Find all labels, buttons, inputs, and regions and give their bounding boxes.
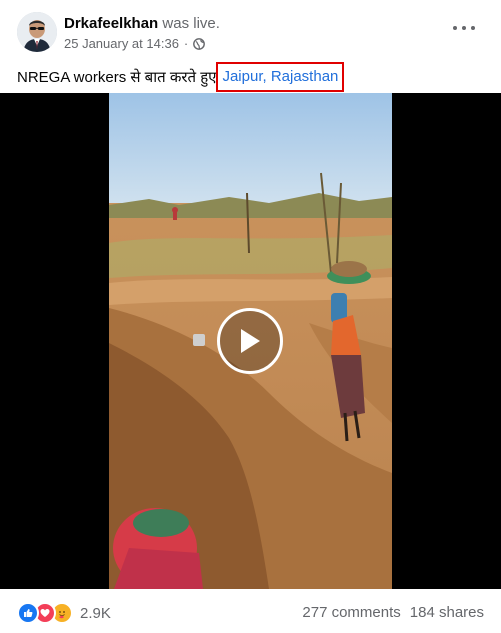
- post-header: Drkafeelkhan was live. 25 January at 14:…: [17, 12, 485, 58]
- play-icon: [241, 329, 260, 353]
- facebook-post: Drkafeelkhan was live. 25 January at 14:…: [0, 0, 501, 633]
- reactions-summary[interactable]: 2.9K: [17, 602, 111, 624]
- post-meta: 25 January at 14:36 ·: [64, 36, 206, 51]
- engagement-counts: 277 comments 184 shares: [302, 604, 484, 621]
- author-avatar[interactable]: [17, 12, 57, 52]
- location-link[interactable]: Jaipur, Rajasthan: [216, 62, 345, 92]
- play-button[interactable]: [217, 308, 283, 374]
- author-line: Drkafeelkhan was live.: [64, 15, 220, 32]
- post-body: NREGA workers से बात करते हुए: [17, 69, 217, 86]
- more-options-icon[interactable]: [453, 20, 475, 36]
- post-timestamp[interactable]: 25 January at 14:36: [64, 36, 179, 51]
- post-footer: 2.9K 277 comments 184 shares: [0, 589, 501, 633]
- author-name[interactable]: Drkafeelkhan: [64, 15, 158, 32]
- meta-separator: ·: [183, 36, 189, 51]
- author-action: was live.: [162, 15, 220, 32]
- video-player[interactable]: [0, 93, 501, 589]
- globe-icon[interactable]: [193, 37, 206, 50]
- like-icon: [17, 602, 39, 624]
- post-text: NREGA workers से बात करते हुए Jaipur, Ra…: [17, 62, 345, 92]
- reaction-count[interactable]: 2.9K: [80, 605, 111, 622]
- shares-count[interactable]: 184 shares: [410, 604, 484, 621]
- comments-count[interactable]: 277 comments: [302, 604, 400, 621]
